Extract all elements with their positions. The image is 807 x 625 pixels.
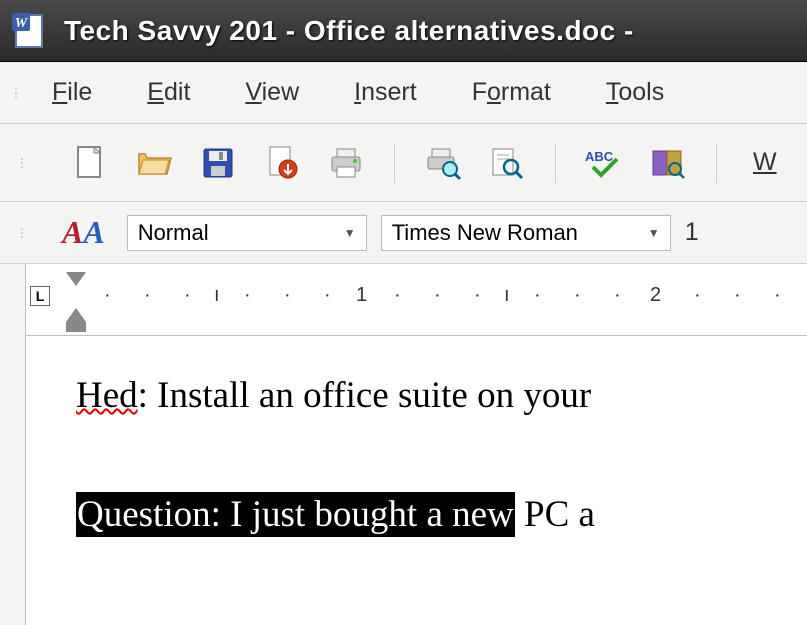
paragraph-1[interactable]: Hed: Install an office suite on your: [76, 366, 807, 425]
horizontal-ruler[interactable]: L ··· ı ··· 1 ··· ı ··· 2 ···: [26, 264, 807, 336]
svg-text:ABC: ABC: [585, 149, 614, 164]
open-button[interactable]: [132, 141, 176, 185]
print-preview-icon: [424, 145, 462, 181]
word-doc-icon: W: [10, 11, 50, 51]
window-title: Tech Savvy 201 - Office alternatives.doc…: [64, 15, 634, 47]
document-body[interactable]: Hed: Install an office suite on your Que…: [26, 336, 807, 625]
style-aa-icon: AA: [62, 214, 105, 251]
format-toolbar: ⋮ AA Normal ▼ Times New Roman ▼ 1: [0, 202, 807, 264]
text-run[interactable]: PC a: [515, 494, 595, 535]
new-button[interactable]: [68, 141, 112, 185]
tab-stop-button[interactable]: L: [30, 286, 50, 306]
print-button[interactable]: [324, 141, 368, 185]
new-doc-icon: [74, 145, 106, 181]
font-name-combo[interactable]: Times New Roman ▼: [381, 215, 671, 251]
toolbar-separator: [394, 143, 395, 183]
svg-text:W: W: [15, 16, 29, 31]
ruler-area: L ··· ı ··· 1 ··· ı ··· 2 ···: [0, 264, 807, 336]
toolbar-grip-icon[interactable]: ⋮: [16, 226, 30, 240]
paragraph-style-combo[interactable]: Normal ▼: [127, 215, 367, 251]
printer-icon: [327, 145, 365, 181]
spellcheck-button[interactable]: ABC: [582, 141, 626, 185]
autoformat-button[interactable]: [646, 141, 690, 185]
autoformat-icon: [649, 145, 687, 181]
paragraph-2[interactable]: Question: I just bought a new PC a: [76, 485, 807, 544]
export-pdf-button[interactable]: [260, 141, 304, 185]
find-icon: [489, 145, 525, 181]
ruler-gutter: [0, 264, 26, 336]
ruler-ticks: ··· ı ··· 1 ··· ı ··· 2 ···: [94, 284, 807, 312]
menu-tools[interactable]: Tools: [596, 74, 674, 111]
hanging-indent-marker[interactable]: [66, 308, 86, 322]
menu-insert[interactable]: Insert: [344, 74, 427, 111]
font-name-value: Times New Roman: [392, 220, 578, 246]
toolbar-grip-icon[interactable]: ⋮: [16, 156, 30, 170]
folder-open-icon: [135, 146, 173, 180]
standard-toolbar: ⋮ ABC W: [0, 124, 807, 202]
font-size-value[interactable]: 1: [685, 218, 699, 247]
menu-view[interactable]: View: [235, 74, 309, 111]
left-margin-gutter: [0, 336, 26, 625]
menu-edit[interactable]: Edit: [137, 74, 200, 111]
toolbar-separator: [555, 143, 556, 183]
toolbar-separator: [716, 143, 717, 183]
selected-text[interactable]: Question: I just bought a new: [76, 492, 515, 537]
spelling-error-word[interactable]: Hed: [76, 375, 138, 416]
save-button[interactable]: [196, 141, 240, 185]
export-pdf-icon: [264, 145, 300, 181]
save-icon: [201, 146, 235, 180]
text-run[interactable]: : Install an office suite on your: [138, 375, 592, 416]
spellcheck-icon: ABC: [583, 145, 625, 181]
print-preview-button[interactable]: [421, 141, 465, 185]
find-button[interactable]: [485, 141, 529, 185]
title-bar: W Tech Savvy 201 - Office alternatives.d…: [0, 0, 807, 62]
menu-file[interactable]: File: [42, 74, 102, 111]
toolbar-grip-icon[interactable]: ⋮: [10, 86, 24, 100]
menu-bar: ⋮ File Edit View Insert Format Tools: [0, 62, 807, 124]
dropdown-caret-icon: ▼: [344, 226, 356, 240]
left-indent-marker[interactable]: [66, 322, 86, 332]
document-area: Hed: Install an office suite on your Que…: [0, 336, 807, 625]
menu-format[interactable]: Format: [462, 74, 561, 111]
paragraph-style-value: Normal: [138, 220, 209, 246]
web-link[interactable]: W: [753, 148, 777, 177]
first-line-indent-marker[interactable]: [66, 272, 86, 286]
dropdown-caret-icon: ▼: [648, 226, 660, 240]
